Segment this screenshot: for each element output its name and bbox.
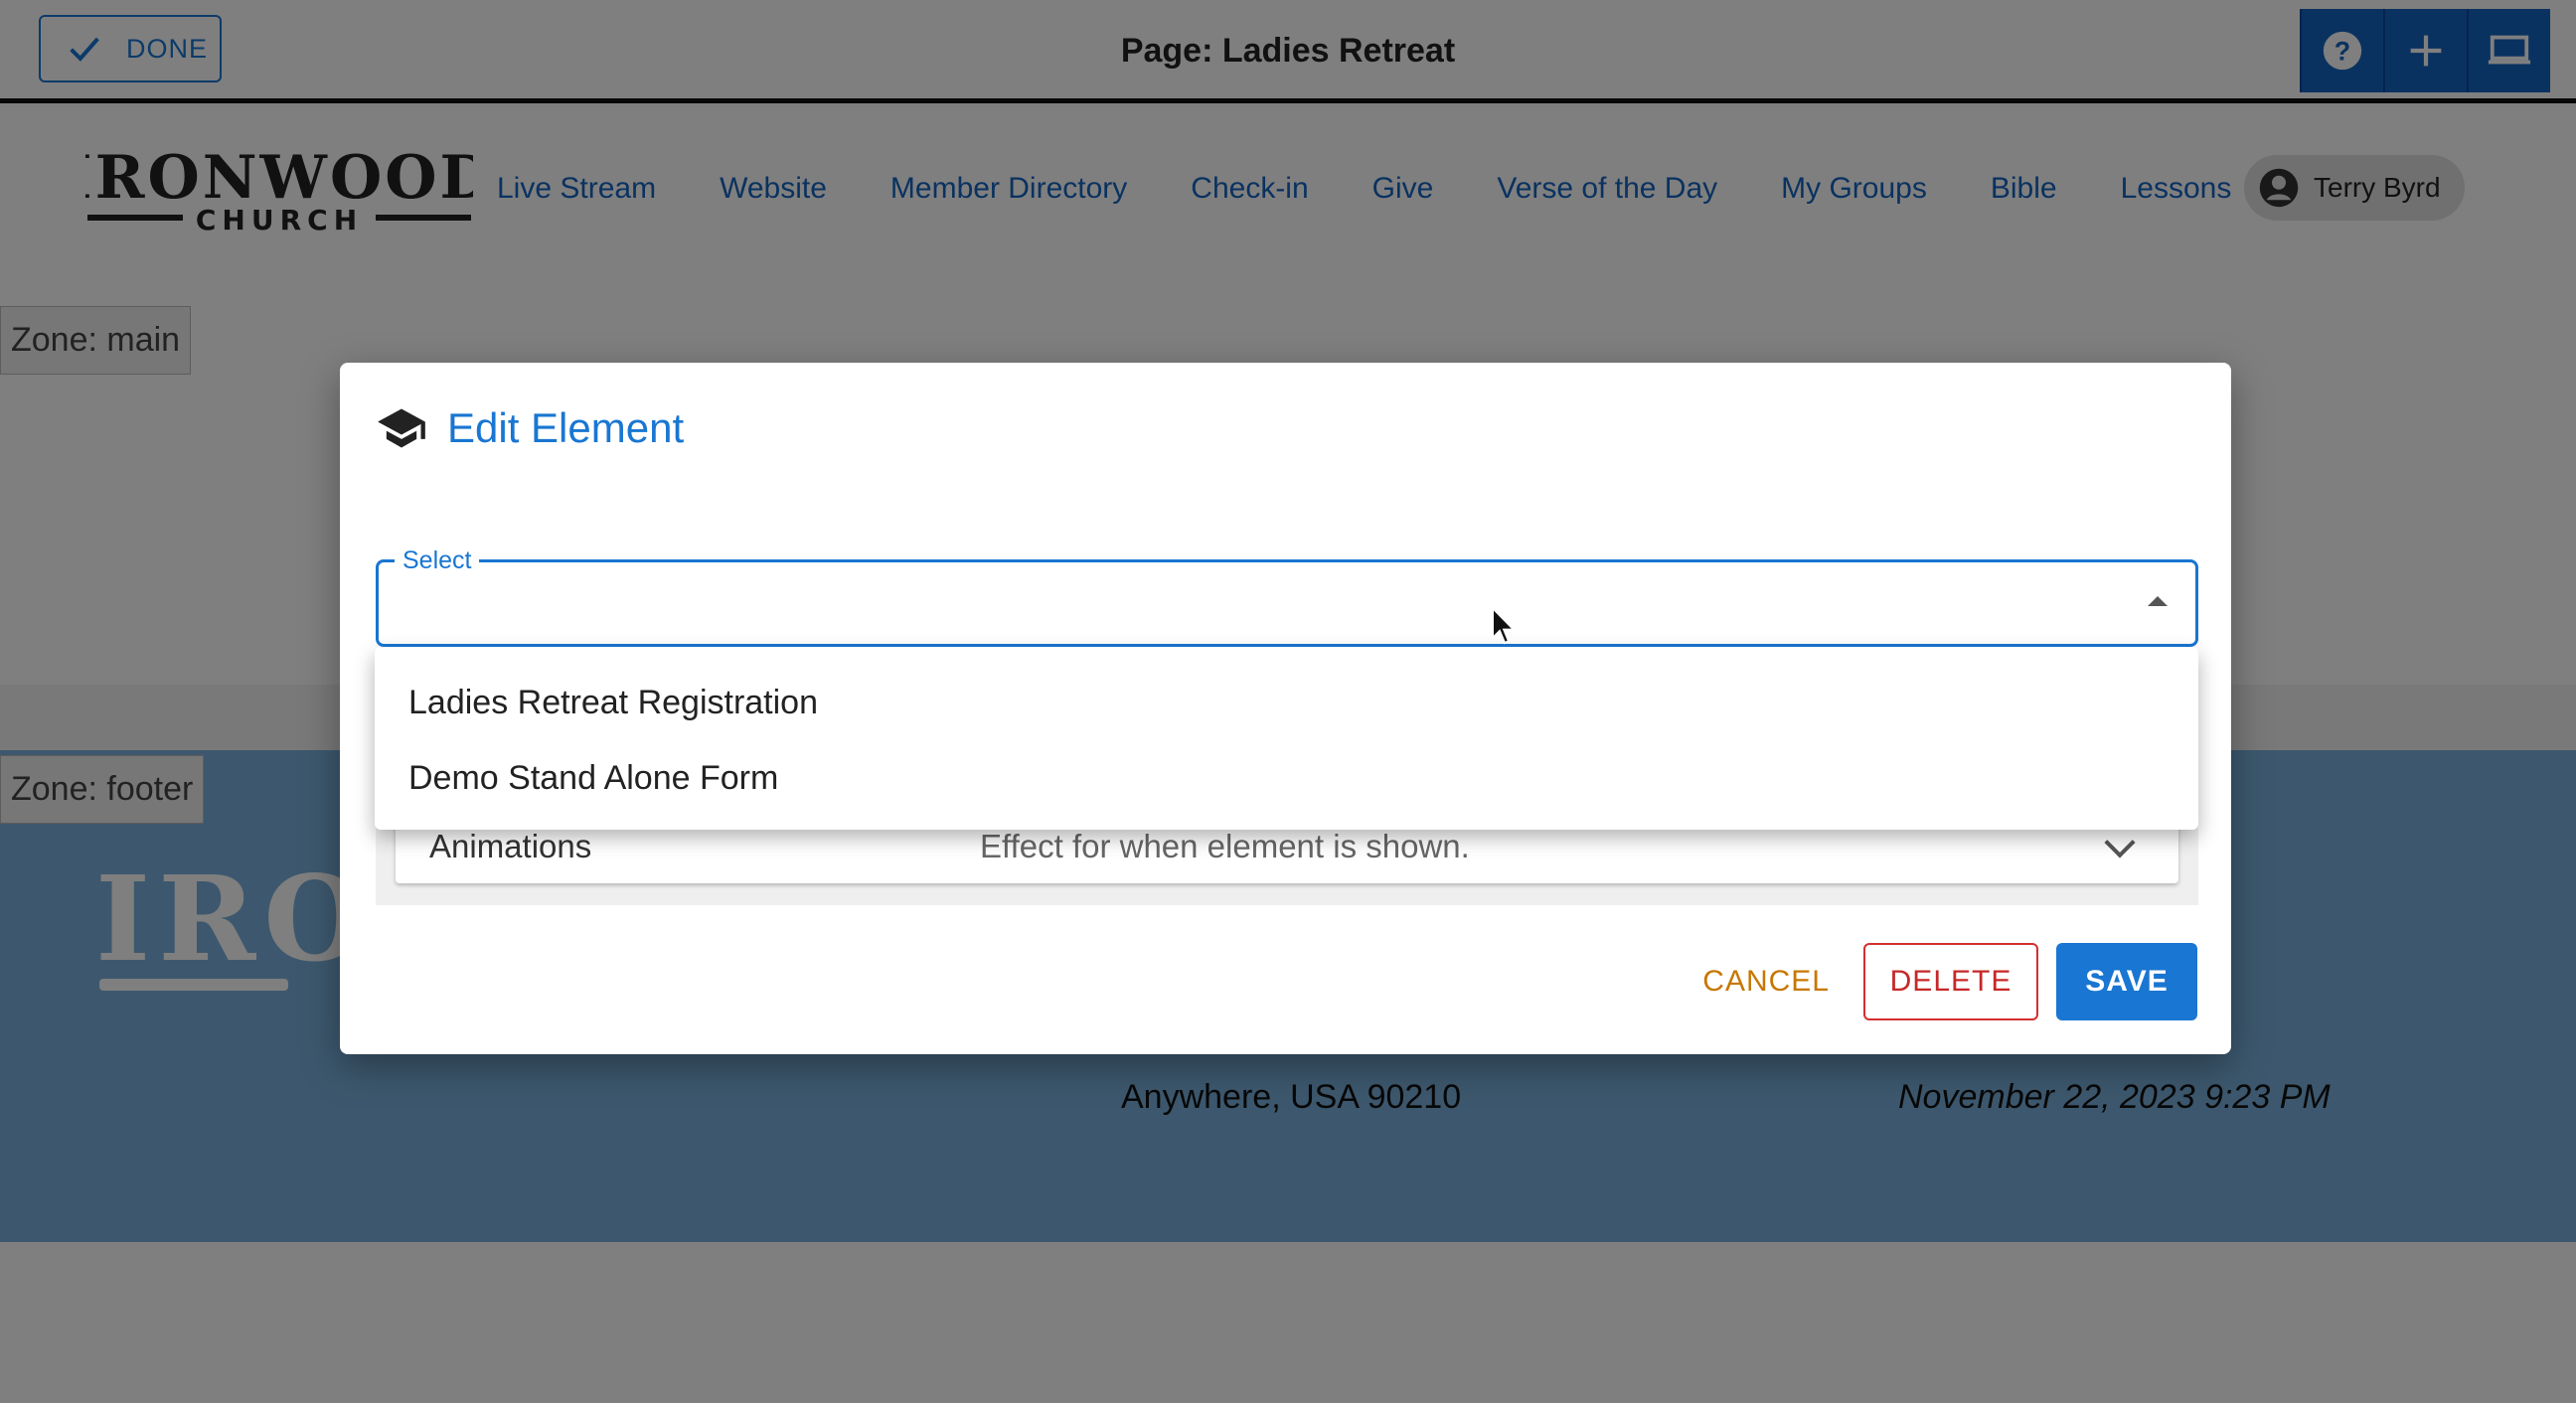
select-label: Select [395,546,480,575]
option-demo-stand-alone-form[interactable]: Demo Stand Alone Form [375,740,2198,816]
dialog-actions: CANCEL DELETE SAVE [1702,943,2197,1020]
dialog-title: Edit Element [447,404,685,451]
option-ladies-retreat-registration[interactable]: Ladies Retreat Registration [375,665,2198,740]
mouse-cursor-icon [1492,606,1517,645]
dialog-header: Edit Element [376,402,684,454]
accordion-title: Animations [429,828,592,864]
delete-button[interactable]: DELETE [1863,943,2038,1020]
chevron-down-icon [2104,827,2136,858]
cancel-button[interactable]: CANCEL [1702,947,1830,1016]
graduation-cap-icon [378,408,425,448]
select-options-menu: Ladies Retreat Registration Demo Stand A… [375,647,2198,830]
form-select[interactable]: Select [376,546,2198,647]
save-button[interactable]: SAVE [2056,943,2197,1020]
accordion-description: Effect for when element is shown. [980,828,1470,864]
arrow-up-icon [2148,596,2168,606]
